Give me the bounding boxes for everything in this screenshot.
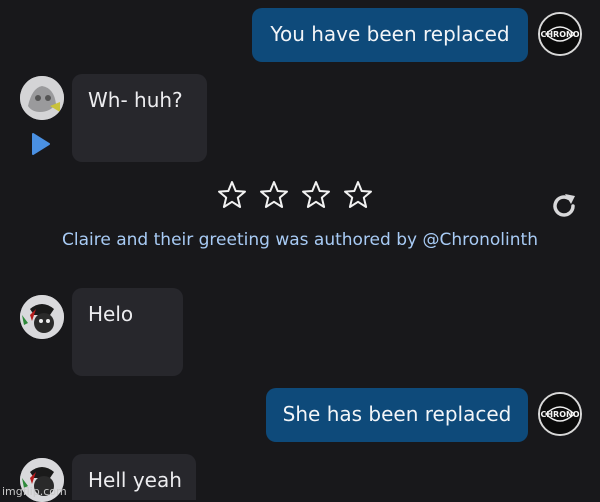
message-text: Hell yeah (88, 468, 182, 492)
bot-message-bubble: Helo (72, 288, 183, 376)
user-message-bubble: She has been replaced (266, 388, 528, 442)
user-message-bubble: You have been replaced (252, 8, 528, 62)
star-outline-icon[interactable] (258, 179, 290, 211)
svg-text:CHRONO: CHRONO (540, 30, 579, 39)
message-text: Helo (88, 302, 134, 326)
bot-avatar[interactable] (20, 76, 64, 120)
watermark: imgflip.com (2, 485, 67, 498)
character-avatar-image (20, 76, 64, 120)
bot-message-bubble: Wh- huh? (72, 74, 207, 162)
bot-avatar[interactable] (20, 295, 64, 339)
star-outline-icon[interactable] (300, 179, 332, 211)
message-text: She has been replaced (282, 402, 512, 426)
user-avatar[interactable]: CHRONO (538, 392, 582, 436)
user-avatar-logo: CHRONO (540, 14, 580, 54)
play-icon[interactable] (30, 132, 52, 156)
regenerate-icon[interactable] (548, 190, 580, 222)
star-outline-icon[interactable] (342, 179, 374, 211)
message-text: You have been replaced (270, 22, 510, 46)
star-rating (216, 179, 374, 211)
svg-text:CHRONO: CHRONO (540, 410, 579, 419)
star-outline-icon[interactable] (216, 179, 248, 211)
message-text: Wh- huh? (88, 88, 183, 112)
user-avatar[interactable]: CHRONO (538, 12, 582, 56)
bot-message-bubble: Hell yeah (72, 454, 196, 500)
user-avatar-logo: CHRONO (540, 394, 580, 434)
authorship-attribution[interactable]: Claire and their greeting was authored b… (0, 230, 600, 250)
character-avatar-image (20, 295, 64, 339)
